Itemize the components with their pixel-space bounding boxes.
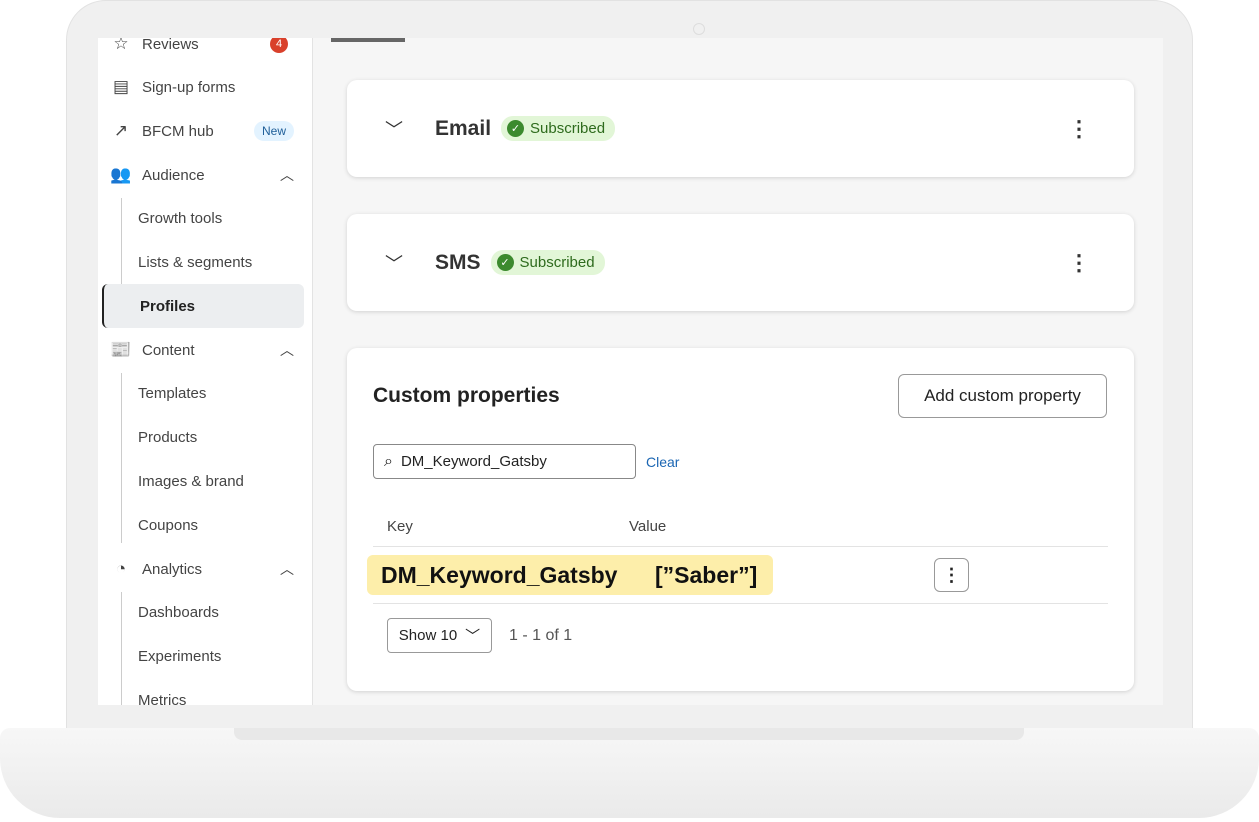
section-title: Email xyxy=(435,116,492,140)
pagination-range: 1 - 1 of 1 xyxy=(509,627,573,644)
label: Coupons xyxy=(138,516,199,534)
property-value: [”Saber”] xyxy=(655,561,758,588)
sidebar-item-analytics[interactable]: ◔ Analytics ︿ xyxy=(102,547,304,591)
sidebar-item-reviews[interactable]: ☆ Reviews 4 xyxy=(102,38,304,66)
column-key: Key xyxy=(387,518,413,535)
sidebar-item-images-brand[interactable]: Images & brand xyxy=(102,459,304,503)
people-icon: 👥 xyxy=(110,165,132,184)
chevron-down-icon[interactable]: ﹀ xyxy=(385,250,425,276)
form-icon: ▤ xyxy=(112,77,130,96)
label: Audience xyxy=(142,166,205,184)
divider xyxy=(373,603,1108,604)
chevron-up-icon: ︿ xyxy=(280,561,294,577)
sidebar-item-products[interactable]: Products xyxy=(102,415,304,459)
email-section[interactable]: ﹀ Email ✓ Subscribed ⋮ xyxy=(347,80,1134,177)
sidebar-item-audience[interactable]: 👥 Audience ︿ xyxy=(102,153,304,197)
label: Profiles xyxy=(140,297,196,315)
sidebar-item-profiles[interactable]: Profiles xyxy=(102,284,304,328)
trend-icon: ↗ xyxy=(113,121,129,140)
check-icon: ✓ xyxy=(507,120,525,137)
chevron-down-icon: ﹀ xyxy=(465,628,481,645)
label: Templates xyxy=(138,384,207,402)
label: Metrics xyxy=(138,691,187,706)
newspaper-icon: 📰 xyxy=(110,340,132,359)
status-badge: ✓ Subscribed xyxy=(501,116,616,141)
property-key: DM_Keyword_Gatsby xyxy=(381,561,618,588)
sidebar-item-dashboards[interactable]: Dashboards xyxy=(102,590,304,634)
label: Experiments xyxy=(138,647,222,665)
table-row: DM_Keyword_Gatsby [”Saber”] xyxy=(367,555,773,595)
label: Growth tools xyxy=(138,209,223,227)
sidebar-item-coupons[interactable]: Coupons xyxy=(102,503,304,547)
label: Content xyxy=(142,341,195,359)
label: Products xyxy=(138,428,198,446)
status-text: Subscribed xyxy=(530,120,606,137)
chevron-up-icon: ︿ xyxy=(280,342,294,358)
screen: ☆ Reviews 4 ▤ Sign-up forms ↗ BFCM hub New 👥 A… xyxy=(98,38,1163,705)
sidebar-item-content[interactable]: 📰 Content ︿ xyxy=(102,328,304,372)
sidebar-item-experiments[interactable]: Experiments xyxy=(102,634,304,678)
search-input[interactable]: ⌕ DM_Keyword_Gatsby xyxy=(373,444,636,479)
sidebar-item-signup-forms[interactable]: ▤ Sign-up forms xyxy=(102,65,304,109)
section-title: SMS xyxy=(435,250,481,274)
sidebar-item-lists-segments[interactable]: Lists & segments xyxy=(102,240,304,284)
search-icon: ⌕ xyxy=(384,452,393,470)
status-badge: ✓ Subscribed xyxy=(490,250,605,275)
new-badge: New xyxy=(253,121,294,141)
page-size-select[interactable]: Show 10 ﹀ xyxy=(387,618,492,653)
count-badge: 4 xyxy=(270,38,288,53)
laptop-base xyxy=(0,728,1259,818)
label: Reviews xyxy=(142,38,199,53)
check-icon: ✓ xyxy=(496,254,514,271)
page-size-value: Show 10 xyxy=(398,627,458,644)
sidebar-item-templates[interactable]: Templates xyxy=(102,371,304,415)
column-value: Value xyxy=(629,518,667,535)
laptop-notch xyxy=(234,728,1024,740)
label: Dashboards xyxy=(138,603,219,621)
sidebar-item-bfcm-hub[interactable]: ↗ BFCM hub New xyxy=(102,109,304,153)
sidebar-item-metrics[interactable]: Metrics xyxy=(102,678,304,706)
label: Analytics xyxy=(142,560,203,578)
row-more-button[interactable]: ⋮ xyxy=(934,558,969,592)
clear-link[interactable]: Clear xyxy=(646,454,679,470)
more-icon[interactable]: ⋮ xyxy=(1068,116,1090,142)
card-title: Custom properties xyxy=(373,384,560,407)
label: BFCM hub xyxy=(142,122,214,140)
chevron-up-icon: ︿ xyxy=(280,167,294,183)
sidebar-item-growth-tools[interactable]: Growth tools xyxy=(102,196,304,240)
divider xyxy=(373,546,1108,547)
label: Sign-up forms xyxy=(142,78,236,96)
sms-section[interactable]: ﹀ SMS ✓ Subscribed ⋮ xyxy=(347,214,1134,311)
more-icon[interactable]: ⋮ xyxy=(1068,250,1090,276)
custom-properties-card: Custom properties Add custom property ⌕ … xyxy=(347,348,1134,691)
star-icon: ☆ xyxy=(113,38,129,53)
pie-chart-icon: ◔ xyxy=(115,559,127,578)
search-value: DM_Keyword_Gatsby xyxy=(400,453,547,470)
status-text: Subscribed xyxy=(519,254,595,271)
label: Lists & segments xyxy=(138,253,253,271)
chevron-down-icon[interactable]: ﹀ xyxy=(385,116,425,142)
sidebar: ☆ Reviews 4 ▤ Sign-up forms ↗ BFCM hub New 👥 A… xyxy=(98,38,313,705)
add-custom-property-button[interactable]: Add custom property xyxy=(898,374,1107,418)
label: Images & brand xyxy=(138,472,244,490)
camera xyxy=(693,23,705,35)
active-tab-indicator xyxy=(331,38,405,42)
